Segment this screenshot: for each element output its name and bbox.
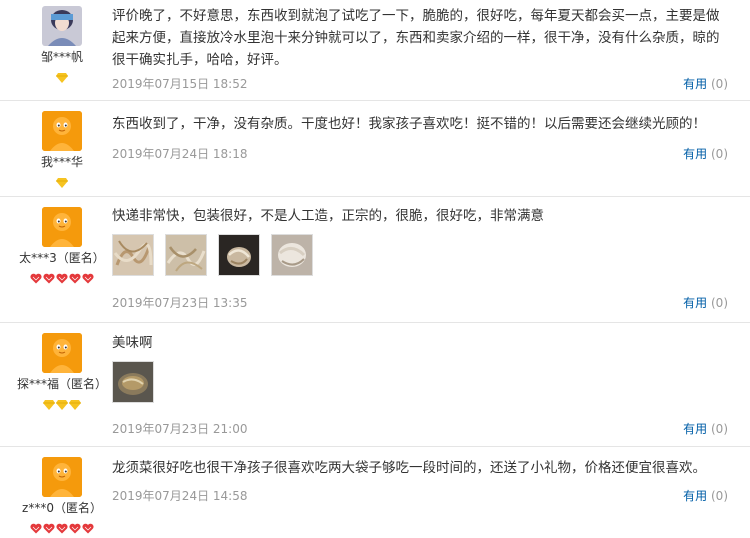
- red-heart-icon: [69, 519, 81, 534]
- useful-vote: 有用 (0): [683, 145, 728, 162]
- review-images: [112, 361, 732, 403]
- review-content: 快递非常快，包装很好，不是人工造，正宗的，很脆，很好吃，非常满意 2019年07…: [112, 197, 732, 310]
- review-date: 2019年07月23日 13:35: [112, 296, 248, 310]
- yellow-diamond-icon: [43, 395, 55, 410]
- review-photo[interactable]: [112, 361, 154, 403]
- review-text: 快递非常快，包装很好，不是人工造，正宗的，很脆，很好吃，非常满意: [112, 208, 544, 224]
- useful-count: (0): [711, 422, 728, 436]
- review-item: 探***福（匿名） 美味啊 2019年07月23日 21:00 有用 (0): [0, 323, 750, 447]
- review-date: 2019年07月23日 21:00: [112, 422, 248, 436]
- review-meta: 2019年07月24日 14:58 有用 (0): [112, 487, 732, 504]
- review-content: 美味啊 2019年07月23日 21:00 有用 (0): [112, 323, 732, 436]
- default-avatar[interactable]: [42, 457, 82, 497]
- yellow-diamond-icon: [56, 395, 68, 410]
- review-images: [112, 234, 732, 276]
- review-item: 邹***帆 评价晚了，不好意思，东西收到就泡了试吃了一下，脆脆的，很好吃，每年夏…: [0, 0, 750, 101]
- default-avatar[interactable]: [42, 207, 82, 247]
- review-content: 龙须菜很好吃也很干净孩子很喜欢吃两大袋子够吃一段时间的，还送了小礼物，价格还便宜…: [112, 447, 732, 503]
- user-level: [0, 68, 124, 83]
- review-item: 我***华 东西收到了，干净，没有杂质。干度也好！我家孩子喜欢吃！挺不错的！以后…: [0, 101, 750, 197]
- red-heart-icon: [56, 519, 68, 534]
- yellow-diamond-icon: [56, 68, 68, 83]
- review-content: 评价晚了，不好意思，东西收到就泡了试吃了一下，脆脆的，很好吃，每年夏天都会买一点…: [112, 0, 732, 91]
- default-avatar[interactable]: [42, 333, 82, 373]
- yellow-diamond-icon: [69, 395, 81, 410]
- user-level: [0, 269, 124, 284]
- review-meta: 2019年07月15日 18:52 有用 (0): [112, 75, 732, 92]
- red-heart-icon: [82, 519, 94, 534]
- review-photo[interactable]: [112, 234, 154, 276]
- red-heart-icon: [43, 269, 55, 284]
- review-text: 美味啊: [112, 335, 153, 351]
- review-date: 2019年07月24日 18:18: [112, 147, 248, 161]
- useful-count: (0): [711, 489, 728, 503]
- reviewer-info: 我***华: [0, 101, 124, 188]
- review-content: 东西收到了，干净，没有杂质。干度也好！我家孩子喜欢吃！挺不错的！以后需要还会继续…: [112, 101, 732, 161]
- reviewer-info: z***0（匿名）: [0, 447, 124, 534]
- username: 邹***帆: [40, 50, 83, 64]
- review-text: 东西收到了，干净，没有杂质。干度也好！我家孩子喜欢吃！挺不错的！以后需要还会继续…: [112, 116, 706, 132]
- review-item: 太***3（匿名） 快递非常快，包装很好，不是人工造，正宗的，很脆，很好吃，非常…: [0, 197, 750, 323]
- red-heart-icon: [30, 269, 42, 284]
- red-heart-icon: [69, 269, 81, 284]
- user-level: [0, 519, 124, 534]
- username: 探***福（匿名）: [16, 377, 107, 391]
- red-heart-icon: [43, 519, 55, 534]
- useful-count: (0): [711, 77, 728, 91]
- useful-button[interactable]: 有用: [683, 77, 707, 91]
- user-level: [0, 173, 124, 188]
- reviewer-info: 邹***帆: [0, 0, 124, 83]
- red-heart-icon: [30, 519, 42, 534]
- review-date: 2019年07月15日 18:52: [112, 77, 248, 91]
- username: 太***3（匿名）: [19, 251, 105, 265]
- red-heart-icon: [82, 269, 94, 284]
- yellow-diamond-icon: [56, 173, 68, 188]
- review-meta: 2019年07月24日 18:18 有用 (0): [112, 145, 732, 162]
- review-meta: 2019年07月23日 13:35 有用 (0): [112, 294, 732, 311]
- review-date: 2019年07月24日 14:58: [112, 489, 248, 503]
- useful-vote: 有用 (0): [683, 75, 728, 92]
- review-item: z***0（匿名） 龙须菜很好吃也很干净孩子很喜欢吃两大袋子够吃一段时间的，还送…: [0, 447, 750, 536]
- review-photo[interactable]: [271, 234, 313, 276]
- useful-button[interactable]: 有用: [683, 296, 707, 310]
- reviewer-info: 太***3（匿名）: [0, 197, 124, 284]
- user-photo-avatar[interactable]: [42, 6, 82, 46]
- user-level: [0, 395, 124, 410]
- review-list: 邹***帆 评价晚了，不好意思，东西收到就泡了试吃了一下，脆脆的，很好吃，每年夏…: [0, 0, 750, 536]
- review-photo[interactable]: [218, 234, 260, 276]
- useful-vote: 有用 (0): [683, 487, 728, 504]
- default-avatar[interactable]: [42, 111, 82, 151]
- useful-vote: 有用 (0): [683, 294, 728, 311]
- review-meta: 2019年07月23日 21:00 有用 (0): [112, 420, 732, 437]
- review-text: 评价晚了，不好意思，东西收到就泡了试吃了一下，脆脆的，很好吃，每年夏天都会买一点…: [112, 8, 720, 68]
- reviewer-info: 探***福（匿名）: [0, 323, 124, 410]
- useful-button[interactable]: 有用: [683, 147, 707, 161]
- useful-count: (0): [711, 147, 728, 161]
- username: z***0（匿名）: [22, 501, 102, 515]
- review-photo[interactable]: [165, 234, 207, 276]
- useful-count: (0): [711, 296, 728, 310]
- useful-button[interactable]: 有用: [683, 422, 707, 436]
- review-text: 龙须菜很好吃也很干净孩子很喜欢吃两大袋子够吃一段时间的，还送了小礼物，价格还便宜…: [112, 460, 706, 476]
- username: 我***华: [40, 155, 83, 169]
- useful-button[interactable]: 有用: [683, 489, 707, 503]
- useful-vote: 有用 (0): [683, 420, 728, 437]
- red-heart-icon: [56, 269, 68, 284]
